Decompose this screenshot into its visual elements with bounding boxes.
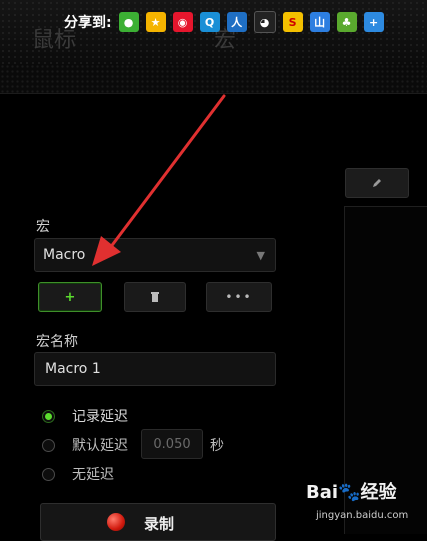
more-options-button[interactable]: ••• <box>206 282 272 312</box>
share-bar: 分享到: ● ★ ◉ Q 人 ◕ S 山 ♣ + <box>64 11 391 33</box>
radio-no-delay[interactable]: 无延迟 <box>42 464 114 484</box>
macro-dropdown[interactable]: Macro ▼ <box>34 238 276 272</box>
watermark-brand-b: 经验 <box>360 482 397 503</box>
watermark-url: jingyan.baidu.com <box>316 510 409 521</box>
kaixin-icon[interactable]: ♣ <box>336 12 357 32</box>
macro-name-input[interactable]: Macro 1 <box>34 352 276 386</box>
edit-macro-button[interactable] <box>345 168 409 198</box>
more-dots-icon: ••• <box>225 290 253 304</box>
radio-default-delay[interactable]: 默认延迟 <box>42 435 128 455</box>
renren-icon[interactable]: 人 <box>226 12 247 32</box>
wechat-icon[interactable]: ● <box>118 12 139 32</box>
macro-name-value: Macro 1 <box>45 361 101 377</box>
default-delay-input[interactable]: 0.050 <box>141 429 203 459</box>
radio-record-delay-label: 记录延迟 <box>72 409 128 425</box>
delay-unit-label: 秒 <box>210 438 224 454</box>
header-bar: 鼠标 宏 分享到: ● ★ ◉ Q 人 ◕ S 山 ♣ + <box>0 0 427 64</box>
watermark-brand-a: Bai <box>306 482 339 503</box>
toolbar-strip <box>0 64 427 94</box>
plus-icon: + <box>64 289 76 305</box>
baidu-icon[interactable]: 山 <box>309 12 330 32</box>
toolbar-texture <box>0 64 427 93</box>
sohu-icon[interactable]: S <box>282 12 303 32</box>
radio-icon <box>42 438 55 452</box>
weibo-icon[interactable]: ◉ <box>172 12 193 32</box>
pencil-icon <box>373 179 381 187</box>
radio-no-delay-label: 无延迟 <box>72 467 114 483</box>
add-macro-button[interactable]: + <box>38 282 102 312</box>
paw-logo-icon: 🐾 <box>338 482 361 503</box>
tencent-weibo-icon[interactable]: Q <box>199 12 220 32</box>
more-share-icon[interactable]: + <box>363 12 384 32</box>
macro-name-label: 宏名称 <box>36 334 78 350</box>
qq-icon[interactable]: ◕ <box>253 11 276 33</box>
delete-macro-button[interactable] <box>124 282 186 312</box>
radio-selected-icon <box>42 409 55 423</box>
share-label: 分享到: <box>64 15 112 31</box>
baidu-jingyan-watermark: Bai🐾经验 jingyan.baidu.com <box>306 478 427 533</box>
macro-dropdown-value: Macro <box>43 247 86 263</box>
chevron-down-icon: ▼ <box>256 249 265 262</box>
radio-icon <box>42 467 55 481</box>
record-button[interactable]: 录制 <box>40 503 276 541</box>
record-button-label: 录制 <box>144 515 175 533</box>
macro-section-label: 宏 <box>36 219 50 235</box>
qzone-icon[interactable]: ★ <box>145 12 166 32</box>
record-dot-icon <box>107 513 125 531</box>
radio-record-delay[interactable]: 记录延迟 <box>42 406 128 426</box>
trash-icon <box>151 292 159 302</box>
radio-default-delay-label: 默认延迟 <box>72 438 128 454</box>
watermark-brand: Bai🐾经验 <box>306 478 396 504</box>
